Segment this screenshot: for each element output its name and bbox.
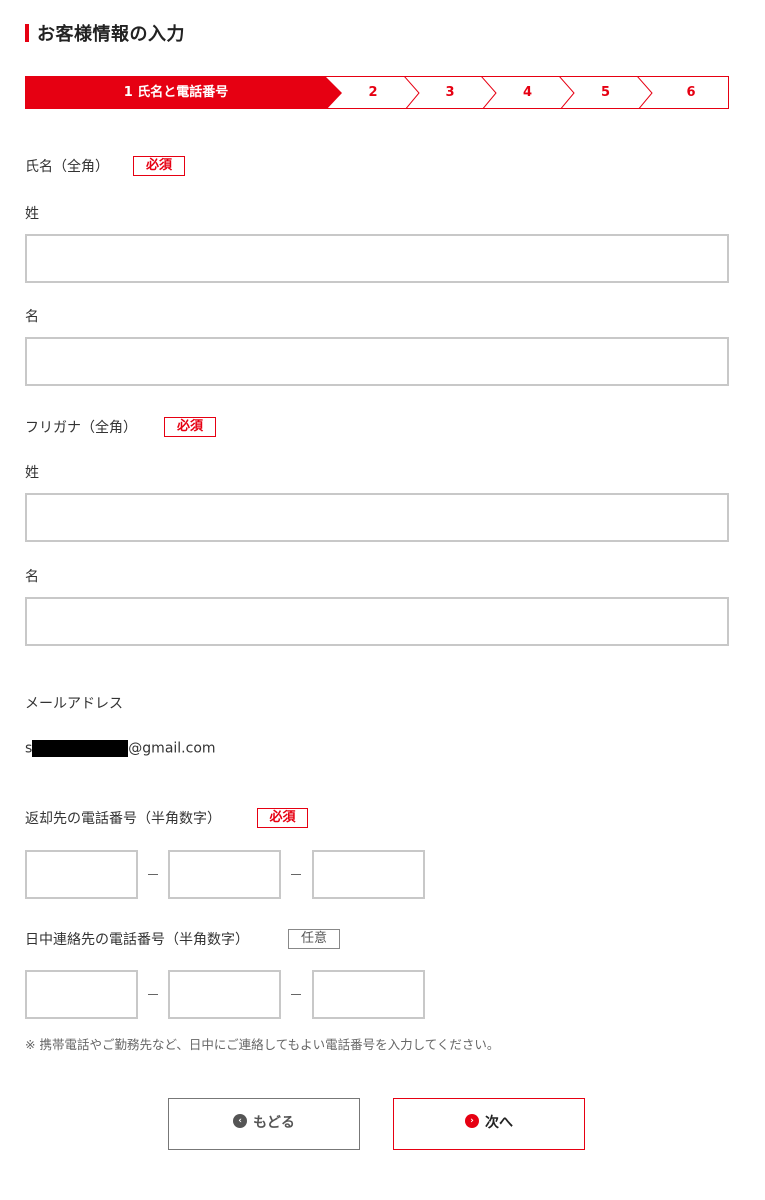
first-name-label: 名 (25, 309, 39, 325)
day-phone-part3-input[interactable] (312, 970, 425, 1019)
email-label: メールアドレス (25, 696, 123, 712)
step-1-active: 1 氏名と電話番号 (123, 85, 229, 100)
furigana-last-input[interactable] (25, 493, 729, 542)
chevron-left-circle-icon: ‹ (233, 1114, 248, 1128)
page-title: お客様情報の入力 (37, 24, 185, 45)
last-name-label: 姓 (25, 206, 39, 222)
return-phone-label: 返却先の電話番号（半角数字） (25, 811, 221, 827)
email-domain: @gmail.com (128, 740, 216, 757)
name-section-label: 氏名（全角） (25, 159, 109, 175)
last-name-input[interactable] (25, 234, 729, 283)
return-phone-part1-input[interactable] (25, 850, 138, 899)
required-badge: 必須 (164, 417, 216, 437)
step-5: 5 (600, 85, 611, 100)
back-button[interactable]: ‹ もどる (168, 1098, 360, 1150)
progress-stepper: 1 氏名と電話番号 2 3 4 5 6 (25, 76, 729, 109)
next-button-label: 次へ (485, 1115, 513, 1131)
step-6: 6 (686, 85, 696, 100)
email-prefix: s (25, 740, 33, 757)
day-phone-part2-input[interactable] (168, 970, 281, 1019)
furigana-first-label: 名 (25, 569, 39, 585)
day-phone-part1-input[interactable] (25, 970, 138, 1019)
back-button-label: もどる (253, 1115, 295, 1131)
email-value: s @gmail.com (25, 740, 216, 757)
step-4: 4 (522, 85, 533, 100)
furigana-first-input[interactable] (25, 597, 729, 646)
phone-separator (148, 874, 158, 875)
return-phone-part3-input[interactable] (312, 850, 425, 899)
phone-separator (291, 874, 301, 875)
phone-note: ※ 携帯電話やご勤務先など、日中にご連絡してもよい電話番号を入力してください。 (25, 1037, 500, 1052)
chevron-right-circle-icon: › (465, 1114, 479, 1128)
optional-badge: 任意 (288, 929, 340, 949)
required-badge: 必須 (133, 156, 185, 176)
title-accent-bar (25, 24, 29, 42)
step-2: 2 (368, 85, 378, 100)
phone-separator (291, 994, 301, 995)
day-phone-label: 日中連絡先の電話番号（半角数字） (25, 932, 249, 948)
step-3: 3 (445, 85, 455, 100)
required-badge: 必須 (257, 808, 308, 828)
furigana-last-label: 姓 (25, 465, 39, 481)
first-name-input[interactable] (25, 337, 729, 386)
next-button[interactable]: › 次へ (393, 1098, 585, 1150)
return-phone-part2-input[interactable] (168, 850, 281, 899)
phone-separator (148, 994, 158, 995)
redaction-block (32, 740, 129, 757)
furigana-section-label: フリガナ（全角） (25, 420, 137, 436)
